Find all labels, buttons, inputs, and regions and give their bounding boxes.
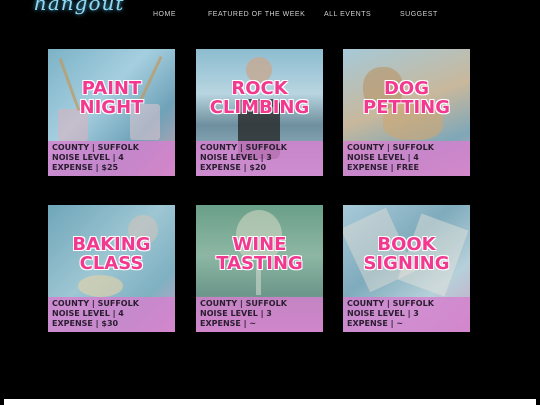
event-info-band: COUNTY | SUFFOLK NOISE LEVEL | 4 EXPENSE… <box>48 297 175 332</box>
event-info-band: COUNTY | SUFFOLK NOISE LEVEL | 3 EXPENSE… <box>196 297 323 332</box>
event-card-wine-tasting[interactable]: WINE TASTING COUNTY | SUFFOLK NOISE LEVE… <box>196 205 323 332</box>
event-county: COUNTY | SUFFOLK <box>52 143 139 152</box>
event-noise-level: NOISE LEVEL | 3 <box>200 153 272 162</box>
event-expense: EXPENSE | $20 <box>200 163 267 172</box>
event-noise-level: NOISE LEVEL | 4 <box>52 153 124 162</box>
event-expense: EXPENSE | $25 <box>52 163 119 172</box>
event-county: COUNTY | SUFFOLK <box>347 299 434 308</box>
event-noise-level: NOISE LEVEL | 3 <box>200 309 272 318</box>
event-expense: EXPENSE | FREE <box>347 163 419 172</box>
event-expense: EXPENSE | $30 <box>52 319 119 328</box>
event-expense: EXPENSE | ~ <box>347 319 404 328</box>
event-noise-level: NOISE LEVEL | 4 <box>52 309 124 318</box>
nav-all-events[interactable]: ALL EVENTS <box>324 11 371 18</box>
nav-featured-of-the-week[interactable]: FEATURED OF THE WEEK <box>208 11 305 18</box>
event-title: WINE TASTING <box>216 234 303 274</box>
nav-suggest[interactable]: SUGGEST <box>400 11 438 18</box>
event-title: DOG PETTING <box>363 78 450 118</box>
event-title: BAKING CLASS <box>72 234 151 274</box>
event-county: COUNTY | SUFFOLK <box>200 143 287 152</box>
event-county: COUNTY | SUFFOLK <box>200 299 287 308</box>
event-county: COUNTY | SUFFOLK <box>52 299 139 308</box>
event-title: ROCK CLIMBING <box>209 78 310 118</box>
event-title: PAINT NIGHT <box>79 78 144 118</box>
event-card-baking-class[interactable]: BAKING CLASS COUNTY | SUFFOLK NOISE LEVE… <box>48 205 175 332</box>
event-noise-level: NOISE LEVEL | 4 <box>347 153 419 162</box>
event-info-band: COUNTY | SUFFOLK NOISE LEVEL | 3 EXPENSE… <box>196 141 323 176</box>
event-county: COUNTY | SUFFOLK <box>347 143 434 152</box>
event-expense: EXPENSE | ~ <box>200 319 257 328</box>
event-info-band: COUNTY | SUFFOLK NOISE LEVEL | 3 EXPENSE… <box>343 297 470 332</box>
event-card-book-signing[interactable]: BOOK SIGNING COUNTY | SUFFOLK NOISE LEVE… <box>343 205 470 332</box>
main-nav: HOME FEATURED OF THE WEEK ALL EVENTS SUG… <box>0 11 540 21</box>
nav-home[interactable]: HOME <box>153 11 176 18</box>
event-card-dog-petting[interactable]: DOG PETTING COUNTY | SUFFOLK NOISE LEVEL… <box>343 49 470 176</box>
footer-panel <box>4 399 536 405</box>
event-noise-level: NOISE LEVEL | 3 <box>347 309 419 318</box>
event-info-band: COUNTY | SUFFOLK NOISE LEVEL | 4 EXPENSE… <box>48 141 175 176</box>
event-card-rock-climbing[interactable]: ROCK CLIMBING COUNTY | SUFFOLK NOISE LEV… <box>196 49 323 176</box>
event-info-band: COUNTY | SUFFOLK NOISE LEVEL | 4 EXPENSE… <box>343 141 470 176</box>
event-card-paint-night[interactable]: PAINT NIGHT COUNTY | SUFFOLK NOISE LEVEL… <box>48 49 175 176</box>
event-title: BOOK SIGNING <box>363 234 450 274</box>
